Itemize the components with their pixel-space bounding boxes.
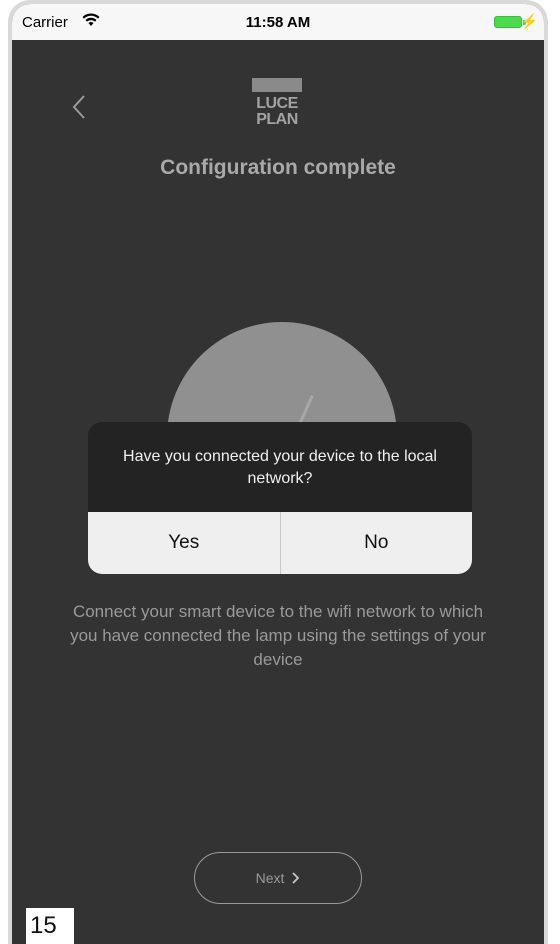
logo-line-2: PLAN xyxy=(256,111,298,128)
charging-icon: ⚡ xyxy=(520,13,538,29)
page-number: 15 xyxy=(26,908,74,944)
phone-screen: Carrier 11:58 AM ⚡ LUCE PLAN Configurati… xyxy=(8,0,548,944)
chevron-right-icon xyxy=(292,872,300,884)
confirm-dialog: Have you connected your device to the lo… xyxy=(88,422,472,574)
next-button[interactable]: Next xyxy=(194,852,362,904)
logo-text: LUCE PLAN xyxy=(252,96,302,128)
no-button[interactable]: No xyxy=(281,512,473,574)
next-button-label: Next xyxy=(255,870,285,886)
page-title: Configuration complete xyxy=(160,156,396,179)
chevron-left-icon[interactable] xyxy=(70,92,90,122)
logo-line-1: LUCE xyxy=(256,95,298,112)
logo-bar xyxy=(252,78,302,92)
dialog-message: Have you connected your device to the lo… xyxy=(123,448,437,487)
instructions-text: Connect your smart device to the wifi ne… xyxy=(70,602,486,669)
dialog-buttons: Yes No xyxy=(88,512,472,574)
yes-button[interactable]: Yes xyxy=(88,512,280,574)
status-bar: Carrier 11:58 AM ⚡ xyxy=(12,4,544,40)
luceplan-logo: LUCE PLAN xyxy=(252,78,302,134)
battery-icon xyxy=(494,16,522,28)
status-time: 11:58 AM xyxy=(245,14,311,31)
page-frame: Carrier 11:58 AM ⚡ LUCE PLAN Configurati… xyxy=(0,0,560,944)
